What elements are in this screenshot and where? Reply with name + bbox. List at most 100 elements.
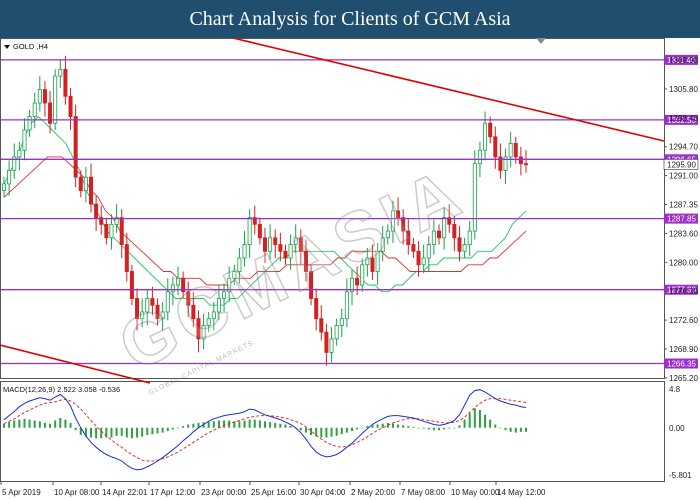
macd-y-tick-label: 0.00 xyxy=(669,424,685,433)
candle-body xyxy=(104,223,109,239)
y-tick-label: 1265.20 xyxy=(669,374,698,383)
candle-body xyxy=(124,244,129,272)
macd-histogram-bar xyxy=(391,423,394,428)
candle-body xyxy=(27,116,32,131)
macd-histogram-bar xyxy=(28,419,31,428)
candle-body xyxy=(94,203,99,218)
candle-body xyxy=(53,75,58,124)
candle-body xyxy=(78,176,83,192)
y-tick-label: 1305.80 xyxy=(669,85,698,94)
candle-body xyxy=(467,230,472,245)
current-price-label: 1295.90 xyxy=(667,160,696,169)
x-tick-label: 14 Apr 22:01 xyxy=(102,488,148,497)
macd-histogram-bar xyxy=(64,419,67,428)
y-tick-label: 1276.30 xyxy=(669,287,698,296)
macd-histogram-bar xyxy=(310,427,313,436)
macd-histogram-bar xyxy=(325,427,328,438)
macd-histogram-bar xyxy=(330,427,333,437)
macd-histogram-bar xyxy=(402,425,405,428)
candle-body xyxy=(344,291,349,320)
macd-histogram-bar xyxy=(264,421,266,428)
candle-body xyxy=(329,338,334,353)
macd-histogram-bar xyxy=(427,427,430,430)
banner-title: Chart Analysis for Clients of GCM Asia xyxy=(189,8,511,30)
macd-histogram-bar xyxy=(166,427,169,431)
candle-body xyxy=(457,237,462,252)
macd-histogram-bar xyxy=(525,427,527,432)
x-tick-label: 7 May 08:00 xyxy=(401,488,446,497)
macd-histogram-bar xyxy=(49,423,52,428)
candle-body xyxy=(319,318,324,333)
macd-histogram-bar xyxy=(514,427,517,433)
macd-histogram-bar xyxy=(207,422,210,428)
level-price-label: 1266.35 xyxy=(667,360,696,369)
candle-body xyxy=(109,223,114,239)
macd-histogram-bar xyxy=(212,421,215,428)
candle-body xyxy=(508,143,513,158)
macd-histogram-bar xyxy=(468,413,471,428)
symbol-label: GOLD ,H4 xyxy=(13,42,48,51)
candle-body xyxy=(42,89,47,104)
macd-histogram-bar xyxy=(279,423,282,428)
macd-histogram-bar xyxy=(269,422,272,428)
macd-histogram-bar xyxy=(489,419,492,428)
macd-histogram-bar xyxy=(258,420,261,428)
macd-histogram-bar xyxy=(417,427,420,429)
candle-body xyxy=(426,244,431,259)
macd-histogram-bar xyxy=(432,427,435,431)
macd-histogram-bar xyxy=(289,426,292,428)
title-banner: Chart Analysis for Clients of GCM Asia xyxy=(0,0,700,38)
macd-histogram-bar xyxy=(519,427,522,432)
y-tick-label: 1291.00 xyxy=(669,172,698,181)
candle-body xyxy=(334,325,339,340)
macd-histogram-bar xyxy=(125,427,128,438)
macd-histogram-bar xyxy=(3,423,5,428)
candle-body xyxy=(119,217,124,245)
macd-histogram-bar xyxy=(248,419,251,428)
macd-histogram-bar xyxy=(274,422,277,428)
macd-histogram-bar xyxy=(320,427,323,438)
macd-histogram-bar xyxy=(141,427,144,437)
macd-histogram-bar xyxy=(192,423,195,428)
candle-body xyxy=(58,68,63,77)
macd-histogram-bar xyxy=(335,427,338,436)
candle-body xyxy=(314,298,319,320)
macd-histogram-bar xyxy=(100,427,103,439)
macd-histogram-bar xyxy=(223,420,226,428)
macd-histogram-bar xyxy=(453,427,456,429)
macd-histogram-bar xyxy=(448,427,451,429)
macd-histogram-bar xyxy=(187,424,190,428)
macd-histogram-bar xyxy=(397,424,400,428)
candle-body xyxy=(247,217,252,245)
macd-histogram-bar xyxy=(351,427,353,431)
candle-body xyxy=(257,223,262,239)
x-tick-label: 17 Apr 12:00 xyxy=(150,488,196,497)
macd-histogram-bar xyxy=(182,426,185,428)
macd-histogram-bar xyxy=(115,427,118,436)
macd-histogram-bar xyxy=(130,427,133,439)
candle-body xyxy=(63,68,68,97)
candle-body xyxy=(518,156,523,165)
macd-histogram-bar xyxy=(120,427,123,436)
macd-histogram-bar xyxy=(463,419,466,428)
y-tick-label: 1280.00 xyxy=(669,258,698,267)
candle-body xyxy=(37,89,42,104)
macd-histogram-bar xyxy=(177,427,179,429)
macd-histogram-bar xyxy=(443,427,446,430)
level-price-label: 1287.85 xyxy=(667,215,696,224)
candle-body xyxy=(73,116,78,178)
macd-histogram-bar xyxy=(412,426,415,428)
macd-histogram-bar xyxy=(23,418,26,428)
macd-label: MACD(12,26,9) 2.522 3.058 -0.536 xyxy=(3,385,120,394)
x-tick-label: 25 Apr 16:00 xyxy=(251,488,297,497)
macd-histogram-bar xyxy=(473,408,476,428)
macd-histogram-bar xyxy=(238,421,241,428)
y-tick-label: 1294.70 xyxy=(669,143,698,152)
macd-histogram-bar xyxy=(243,420,246,428)
macd-y-tick-label: 4.8 xyxy=(669,385,681,394)
candle-body xyxy=(524,163,529,166)
macd-histogram-bar xyxy=(299,427,302,431)
candle-body xyxy=(7,170,12,185)
macd-histogram-bar xyxy=(376,424,379,428)
macd-histogram-bar xyxy=(38,421,41,428)
